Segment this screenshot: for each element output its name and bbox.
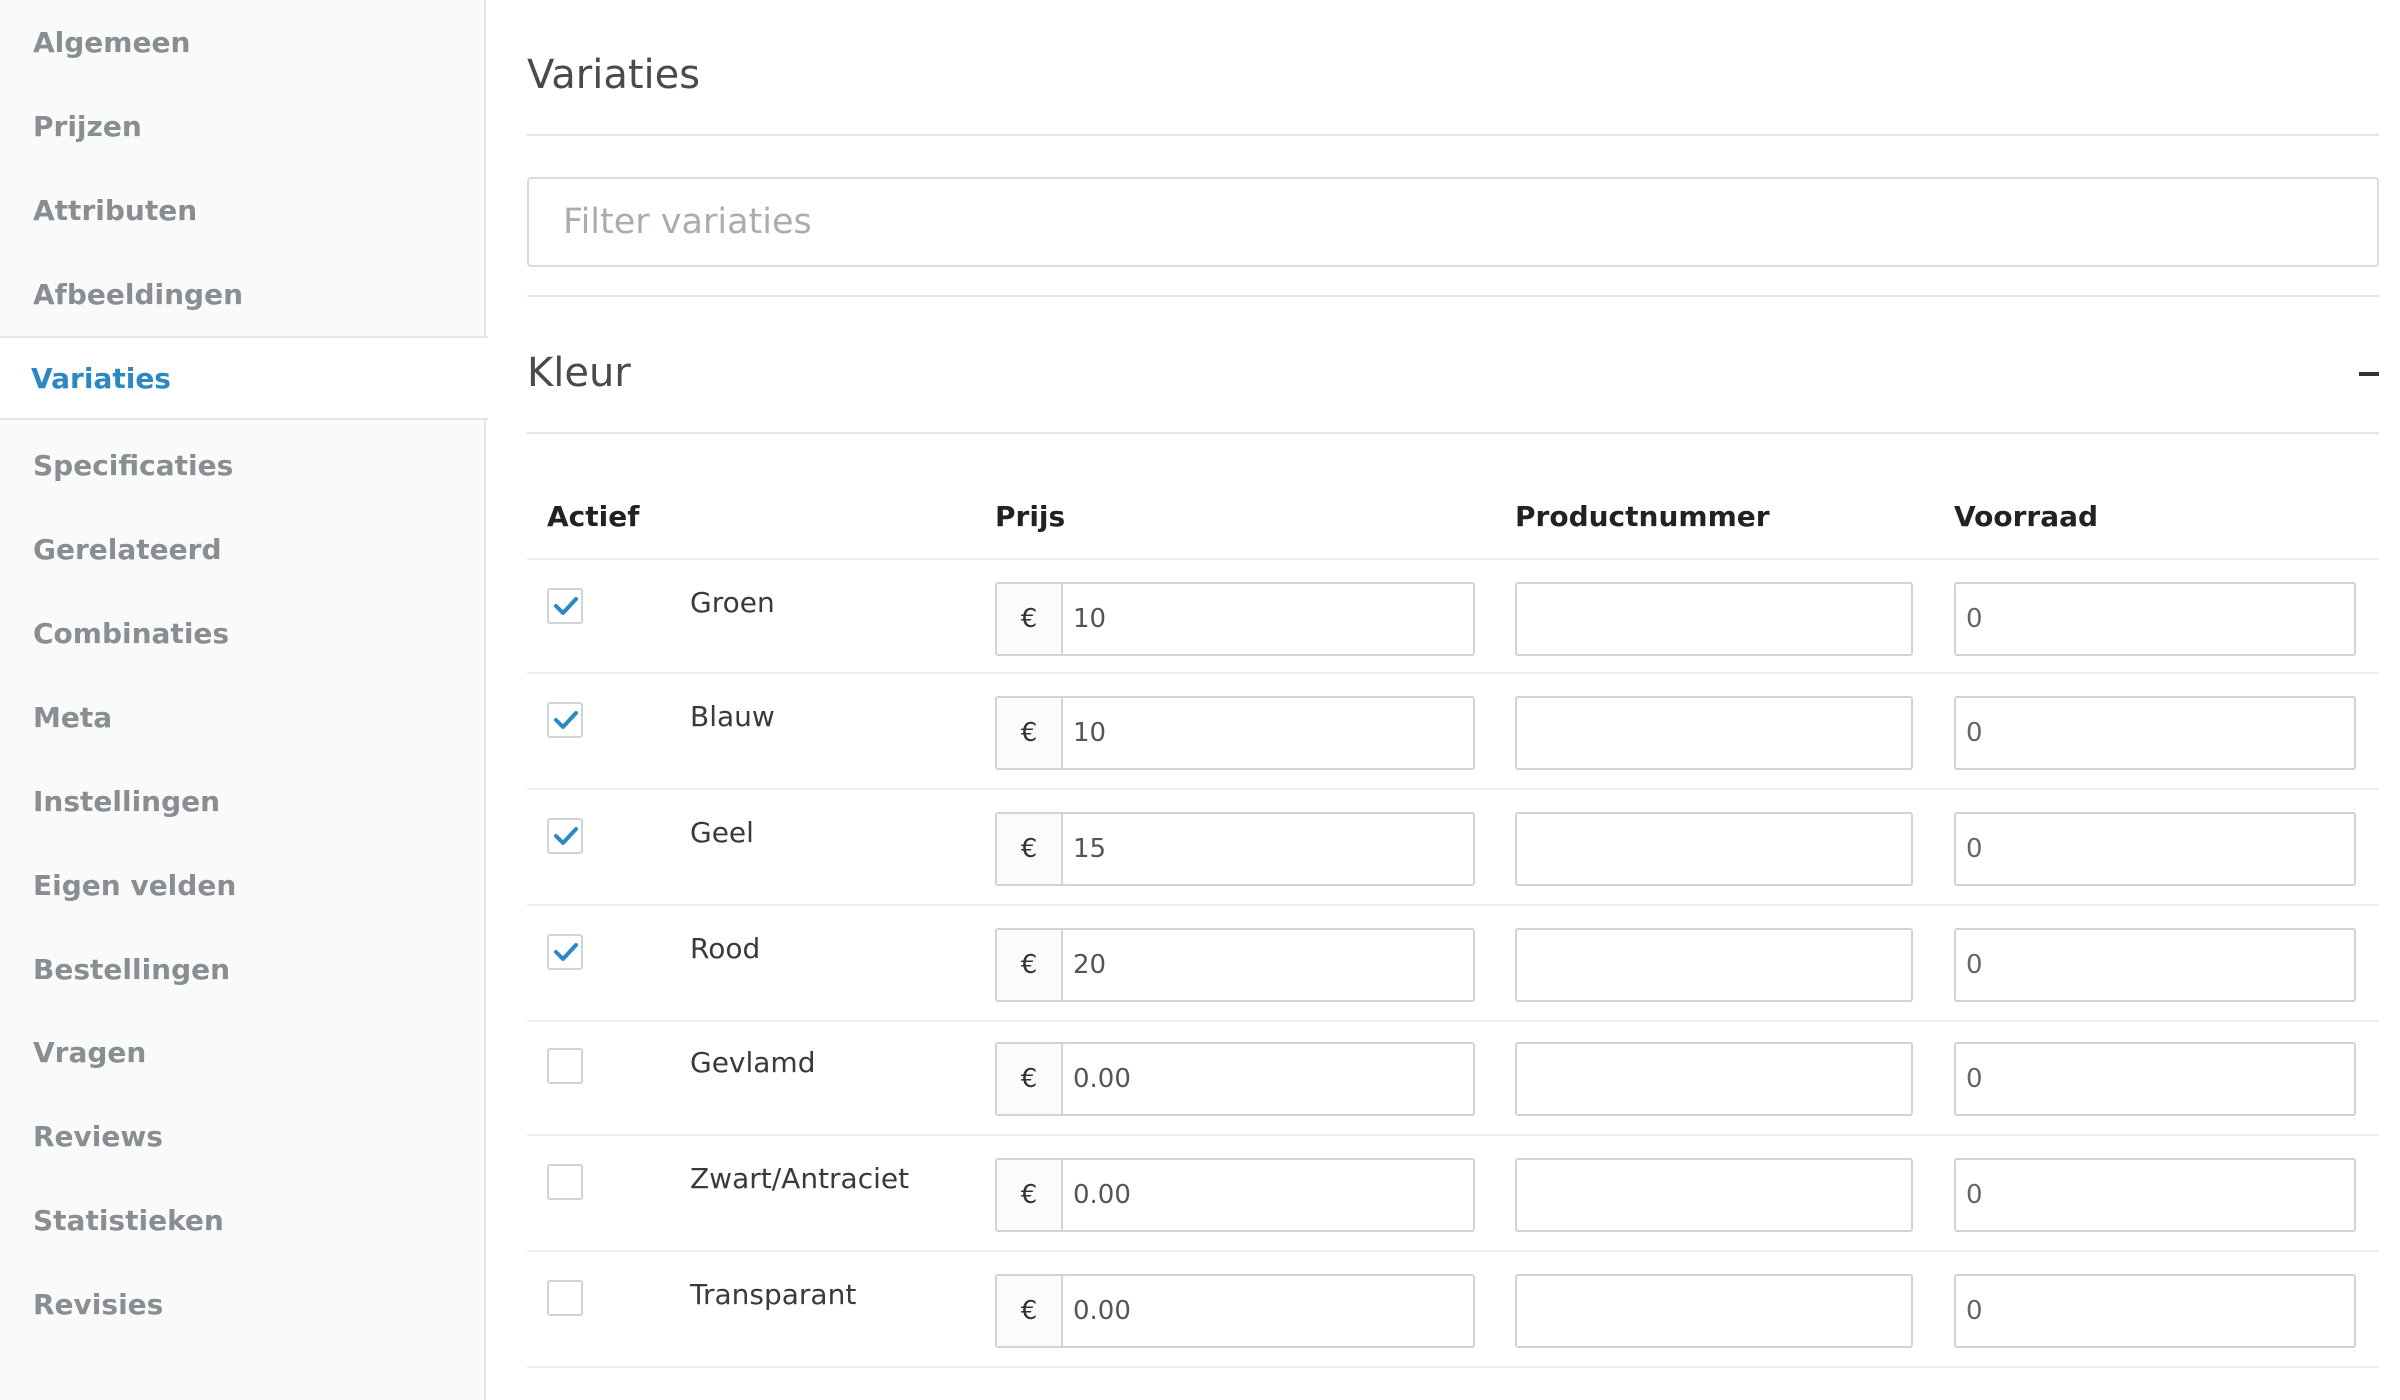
sidebar-item-bestellingen[interactable]: Bestellingen — [0, 927, 486, 1011]
stock-input[interactable]: 0 — [1954, 582, 2356, 656]
table-row: Groen €10 0 — [527, 558, 2379, 674]
sidebar-item-reviews[interactable]: Reviews — [0, 1094, 486, 1178]
table-row: Gevlamd €0.00 0 — [527, 1020, 2379, 1136]
price-input[interactable]: €0.00 — [995, 1274, 1475, 1348]
sidebar-item-revisies[interactable]: Revisies — [0, 1262, 486, 1346]
sidebar-item-variaties[interactable]: Variaties — [0, 336, 488, 420]
table-row: Transparant €0.00 0 — [527, 1252, 2379, 1368]
checkmark-icon — [554, 827, 578, 845]
price-input[interactable]: €0.00 — [995, 1158, 1475, 1232]
price-input[interactable]: €15 — [995, 812, 1475, 886]
price-value[interactable]: 10 — [1063, 698, 1473, 768]
price-input[interactable]: €10 — [995, 582, 1475, 656]
price-input[interactable]: €20 — [995, 928, 1475, 1002]
sidebar-item-instellingen[interactable]: Instellingen — [0, 759, 486, 843]
price-value[interactable]: 0.00 — [1063, 1276, 1473, 1346]
stock-input[interactable]: 0 — [1954, 812, 2356, 886]
variation-label: Geel — [690, 816, 754, 849]
sku-input[interactable] — [1515, 1158, 1913, 1232]
table-row: Zwart/Antraciet €0.00 0 — [527, 1136, 2379, 1252]
price-value[interactable]: 20 — [1063, 930, 1473, 1000]
sidebar-item-algemeen[interactable]: Algemeen — [0, 0, 486, 84]
minus-icon[interactable] — [2359, 372, 2379, 376]
variation-label: Gevlamd — [690, 1046, 816, 1079]
sidebar-item-statistieken[interactable]: Statistieken — [0, 1178, 486, 1262]
sidebar: Algemeen Prijzen Attributen Afbeeldingen… — [0, 0, 488, 1400]
euro-icon: € — [997, 1160, 1063, 1230]
price-input[interactable]: €10 — [995, 696, 1475, 770]
euro-icon: € — [997, 1276, 1063, 1346]
sidebar-item-combinaties[interactable]: Combinaties — [0, 591, 486, 675]
filter-variations-input[interactable] — [527, 177, 2379, 267]
stock-input[interactable]: 0 — [1954, 1158, 2356, 1232]
column-header-active: Actief — [547, 500, 640, 533]
price-value[interactable]: 0.00 — [1063, 1044, 1473, 1114]
page-title: Variaties — [527, 52, 701, 98]
sidebar-item-specificaties[interactable]: Specificaties — [0, 423, 486, 507]
table-row: Blauw €10 0 — [527, 674, 2379, 790]
sidebar-item-vragen[interactable]: Vragen — [0, 1010, 486, 1094]
sidebar-item-meta[interactable]: Meta — [0, 675, 486, 759]
sidebar-item-afbeeldingen[interactable]: Afbeeldingen — [0, 252, 486, 336]
sku-input[interactable] — [1515, 1042, 1913, 1116]
sku-input[interactable] — [1515, 812, 1913, 886]
stock-input[interactable]: 0 — [1954, 696, 2356, 770]
sku-input[interactable] — [1515, 582, 1913, 656]
sidebar-item-gerelateerd[interactable]: Gerelateerd — [0, 507, 486, 591]
euro-icon: € — [997, 1044, 1063, 1114]
main-content: Variaties Kleur Actief Prijs Productnumm… — [527, 0, 2379, 1400]
section-title: Kleur — [527, 350, 631, 396]
active-checkbox[interactable] — [547, 934, 583, 970]
price-value[interactable]: 0.00 — [1063, 1160, 1473, 1230]
active-checkbox[interactable] — [547, 702, 583, 738]
price-input[interactable]: €0.00 — [995, 1042, 1475, 1116]
active-checkbox[interactable] — [547, 588, 583, 624]
sidebar-item-attributen[interactable]: Attributen — [0, 168, 486, 252]
variation-label: Zwart/Antraciet — [690, 1162, 910, 1195]
section-divider — [527, 432, 2379, 434]
euro-icon: € — [997, 814, 1063, 884]
stock-input[interactable]: 0 — [1954, 1274, 2356, 1348]
table-row: Geel €15 0 — [527, 790, 2379, 906]
variation-label: Blauw — [690, 700, 775, 733]
sku-input[interactable] — [1515, 1274, 1913, 1348]
price-value[interactable]: 15 — [1063, 814, 1473, 884]
column-header-stock: Voorraad — [1954, 500, 2099, 533]
column-header-price: Prijs — [995, 500, 1066, 533]
variation-label: Groen — [690, 586, 775, 619]
active-checkbox[interactable] — [547, 1164, 583, 1200]
active-checkbox[interactable] — [547, 818, 583, 854]
price-value[interactable]: 10 — [1063, 584, 1473, 654]
sku-input[interactable] — [1515, 696, 1913, 770]
title-divider — [527, 134, 2379, 136]
table-row: Rood €20 0 — [527, 906, 2379, 1022]
euro-icon: € — [997, 698, 1063, 768]
checkmark-icon — [554, 943, 578, 961]
checkmark-icon — [554, 711, 578, 729]
euro-icon: € — [997, 930, 1063, 1000]
column-header-sku: Productnummer — [1515, 500, 1770, 533]
active-checkbox[interactable] — [547, 1048, 583, 1084]
checkmark-icon — [554, 597, 578, 615]
active-checkbox[interactable] — [547, 1280, 583, 1316]
variations-page: Algemeen Prijzen Attributen Afbeeldingen… — [0, 0, 2400, 1400]
stock-input[interactable]: 0 — [1954, 1042, 2356, 1116]
euro-icon: € — [997, 584, 1063, 654]
stock-input[interactable]: 0 — [1954, 928, 2356, 1002]
sidebar-item-eigen-velden[interactable]: Eigen velden — [0, 843, 486, 927]
variation-label: Rood — [690, 932, 761, 965]
variation-label: Transparant — [690, 1278, 857, 1311]
filter-divider — [527, 295, 2379, 297]
sku-input[interactable] — [1515, 928, 1913, 1002]
sidebar-item-prijzen[interactable]: Prijzen — [0, 84, 486, 168]
